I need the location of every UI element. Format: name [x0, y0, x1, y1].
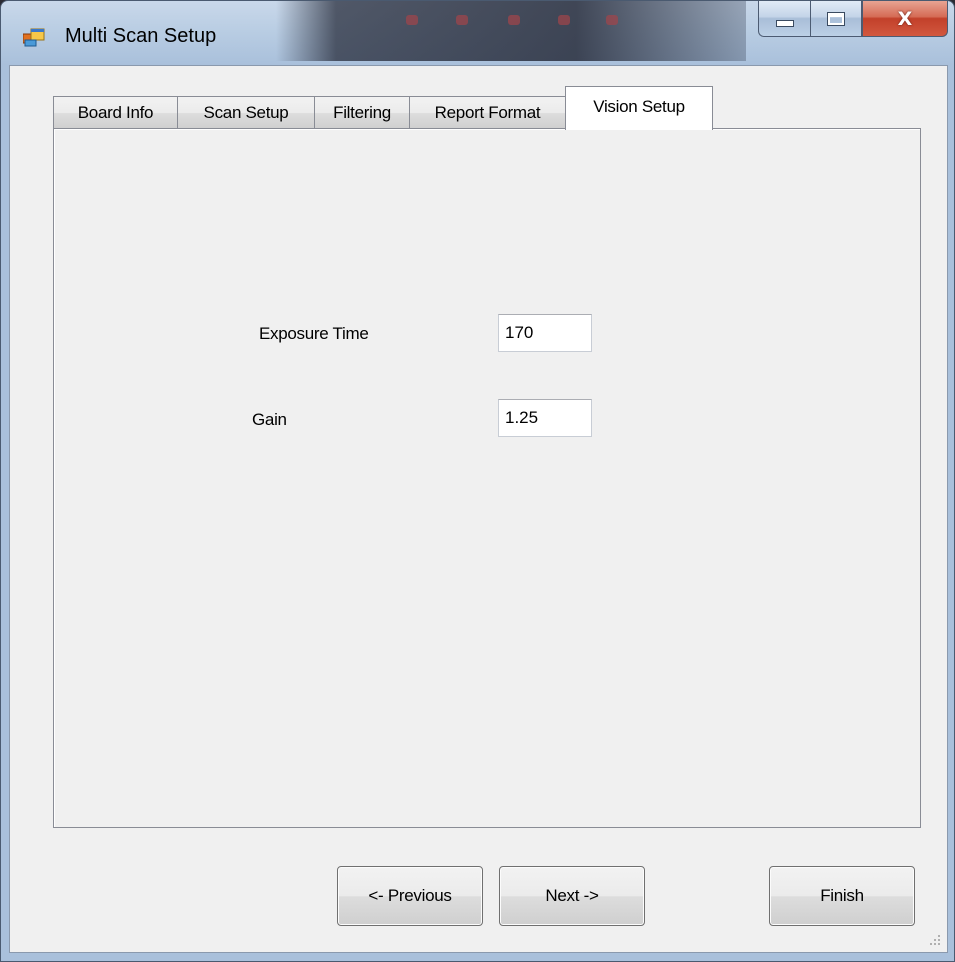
finish-button[interactable]: Finish: [769, 866, 915, 926]
tab-scan-setup[interactable]: Scan Setup: [177, 96, 315, 129]
gain-input[interactable]: [498, 399, 592, 437]
tab-board-info[interactable]: Board Info: [53, 96, 178, 129]
tab-label: Report Format: [434, 103, 541, 122]
app-window-icon: [23, 28, 45, 47]
multi-scan-setup-window: Multi Scan Setup X Board Info Scan Setup…: [0, 0, 955, 962]
exposure-time-label: Exposure Time: [259, 324, 369, 343]
gain-label: Gain: [252, 410, 287, 429]
caption-buttons: X: [758, 1, 948, 39]
client-area: Board Info Scan Setup Filtering Report F…: [9, 65, 948, 953]
tab-filtering[interactable]: Filtering: [314, 96, 410, 129]
window-title: Multi Scan Setup: [65, 25, 217, 47]
background-blur: [276, 1, 746, 61]
minimize-button[interactable]: [758, 1, 810, 37]
tab-label: Vision Setup: [593, 97, 685, 116]
maximize-button[interactable]: [810, 1, 862, 37]
next-button[interactable]: Next ->: [499, 866, 645, 926]
close-button[interactable]: X: [862, 1, 948, 37]
previous-button[interactable]: <- Previous: [337, 866, 483, 926]
exposure-time-input[interactable]: [498, 314, 592, 352]
vision-setup-panel: Exposure Time Gain: [53, 128, 921, 828]
maximize-icon: [827, 11, 845, 26]
tab-label: Scan Setup: [203, 103, 289, 122]
tab-label: Board Info: [77, 103, 154, 122]
tab-vision-setup[interactable]: Vision Setup: [565, 86, 713, 130]
close-icon: X: [897, 7, 913, 30]
tab-label: Filtering: [333, 103, 391, 122]
minimize-icon: [775, 20, 794, 27]
resize-grip-icon[interactable]: [929, 934, 941, 946]
tab-report-format[interactable]: Report Format: [409, 96, 566, 129]
